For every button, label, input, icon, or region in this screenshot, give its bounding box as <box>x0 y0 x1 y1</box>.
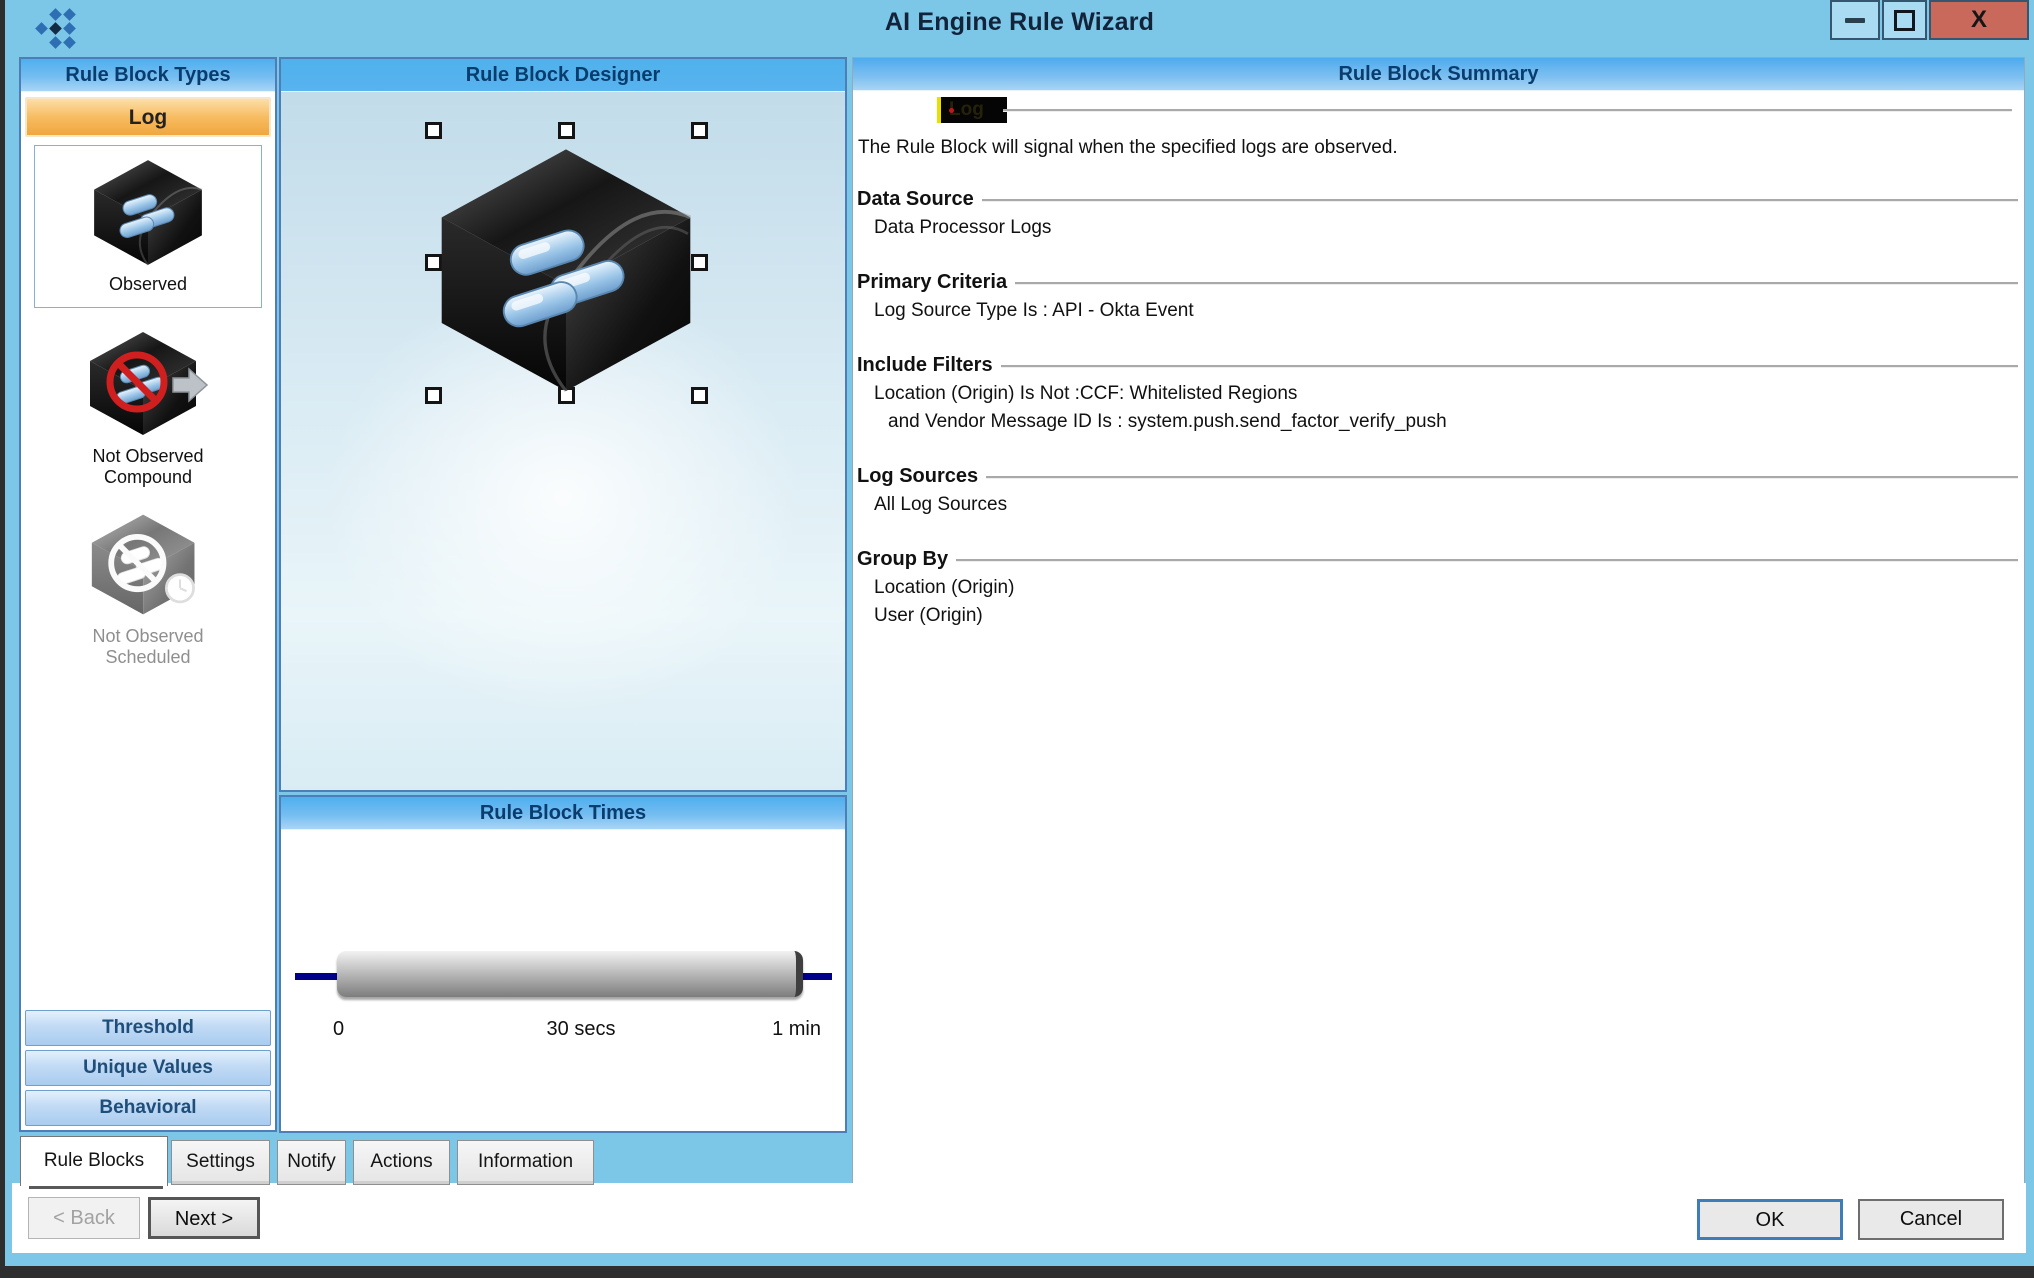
section-divider <box>986 476 2018 479</box>
section-title: Log Sources <box>857 465 978 488</box>
tick-1min: 1 min <box>691 1018 821 1041</box>
rule-type-not-observed-scheduled[interactable]: Not Observed Scheduled <box>34 504 262 670</box>
close-button[interactable]: X <box>1929 0 2029 40</box>
observed-cube-icon <box>87 156 209 268</box>
tick-zero: 0 <box>333 1018 344 1041</box>
section-data-source: Data Source Data Processor Logs <box>857 188 2018 242</box>
category-threshold-button[interactable]: Threshold <box>25 1010 271 1046</box>
section-value: User (Origin) <box>874 602 2018 630</box>
summary-body: Log The Rule Block will signal when the … <box>853 97 2024 630</box>
log-rule-block-cube[interactable] <box>423 140 709 398</box>
section-divider <box>982 199 2018 202</box>
selection-handle-ne[interactable] <box>691 122 708 139</box>
section-title: Data Source <box>857 188 974 211</box>
rule-block-summary-header: Rule Block Summary <box>853 58 2024 91</box>
section-value: Location (Origin) <box>874 574 2018 602</box>
rule-name-row: Log <box>857 97 2018 127</box>
not-observed-compound-icon <box>85 326 211 440</box>
category-unique-values-button[interactable]: Unique Values <box>25 1050 271 1086</box>
tab-notify[interactable]: Notify <box>277 1140 346 1185</box>
rule-type-not-observed-compound-label: Not Observed Compound <box>63 446 233 488</box>
section-title: Group By <box>857 548 948 571</box>
rule-block-designer-header: Rule Block Designer <box>281 59 845 92</box>
rule-name-selected-label[interactable]: Log <box>937 97 1007 123</box>
log-category-button[interactable]: Log <box>25 97 271 137</box>
section-log-sources: Log Sources All Log Sources <box>857 465 2018 519</box>
ok-button[interactable]: OK <box>1697 1199 1843 1240</box>
active-tab-underline <box>29 1186 163 1189</box>
tab-settings[interactable]: Settings <box>171 1140 270 1185</box>
times-body: 0 30 secs 1 min <box>281 830 845 1130</box>
section-divider <box>956 559 2018 562</box>
section-value: Log Source Type Is : API - Okta Event <box>874 297 2018 325</box>
rule-type-observed-label: Observed <box>35 274 261 295</box>
tab-information[interactable]: Information <box>457 1140 594 1185</box>
maximize-icon <box>1894 10 1915 31</box>
next-button[interactable]: Next > <box>148 1197 260 1239</box>
section-divider <box>1015 282 2018 285</box>
section-value: Data Processor Logs <box>874 214 2018 242</box>
rule-block-times-panel: Rule Block Times 0 30 secs 1 min <box>279 795 847 1133</box>
section-value: Location (Origin) Is Not :CCF: Whitelist… <box>874 380 2018 408</box>
section-title: Include Filters <box>857 354 993 377</box>
tab-rule-blocks[interactable]: Rule Blocks <box>20 1136 168 1186</box>
tab-actions[interactable]: Actions <box>353 1140 450 1185</box>
maximize-button[interactable] <box>1882 0 1927 40</box>
designer-canvas[interactable] <box>281 92 845 790</box>
section-value: All Log Sources <box>874 491 2018 519</box>
rule-block-summary-panel: Rule Block Summary Log The Rule Block wi… <box>852 57 2025 1253</box>
rule-block-types-header: Rule Block Types <box>21 59 275 92</box>
minimize-icon <box>1845 18 1865 23</box>
category-buttons: Threshold Unique Values Behavioral <box>23 1006 273 1126</box>
rule-block-times-header: Rule Block Times <box>281 797 845 830</box>
rule-description: The Rule Block will signal when the spec… <box>858 137 2018 159</box>
category-behavioral-button[interactable]: Behavioral <box>25 1090 271 1126</box>
selection-handle-n[interactable] <box>558 122 575 139</box>
back-button[interactable]: < Back <box>28 1197 140 1239</box>
section-divider <box>1001 365 2018 368</box>
rule-block-designer-panel: Rule Block Designer <box>279 57 847 792</box>
rule-type-not-observed-compound[interactable]: Not Observed Compound <box>34 322 262 490</box>
title-bar: AI Engine Rule Wizard X <box>5 0 2034 46</box>
time-slider-bar[interactable] <box>337 951 803 997</box>
window-title: AI Engine Rule Wizard <box>5 8 2034 37</box>
section-primary-criteria: Primary Criteria Log Source Type Is : AP… <box>857 271 2018 325</box>
tick-30secs: 30 secs <box>481 1018 681 1041</box>
minimize-button[interactable] <box>1830 0 1880 40</box>
section-group-by: Group By Location (Origin) User (Origin) <box>857 548 2018 630</box>
selection-handle-nw[interactable] <box>425 122 442 139</box>
rule-name-divider <box>1003 109 2012 112</box>
cancel-button[interactable]: Cancel <box>1858 1199 2004 1240</box>
section-include-filters: Include Filters Location (Origin) Is Not… <box>857 354 2018 436</box>
not-observed-scheduled-icon <box>87 508 209 620</box>
rule-type-not-observed-scheduled-label: Not Observed Scheduled <box>63 626 233 668</box>
wizard-window: AI Engine Rule Wizard X Rule Block Types… <box>5 0 2034 1266</box>
rule-block-types-panel: Rule Block Types Log Observed <box>19 57 277 1132</box>
rule-type-observed[interactable]: Observed <box>34 145 262 308</box>
section-title: Primary Criteria <box>857 271 1007 294</box>
section-value: and Vendor Message ID Is : system.push.s… <box>888 408 2018 436</box>
